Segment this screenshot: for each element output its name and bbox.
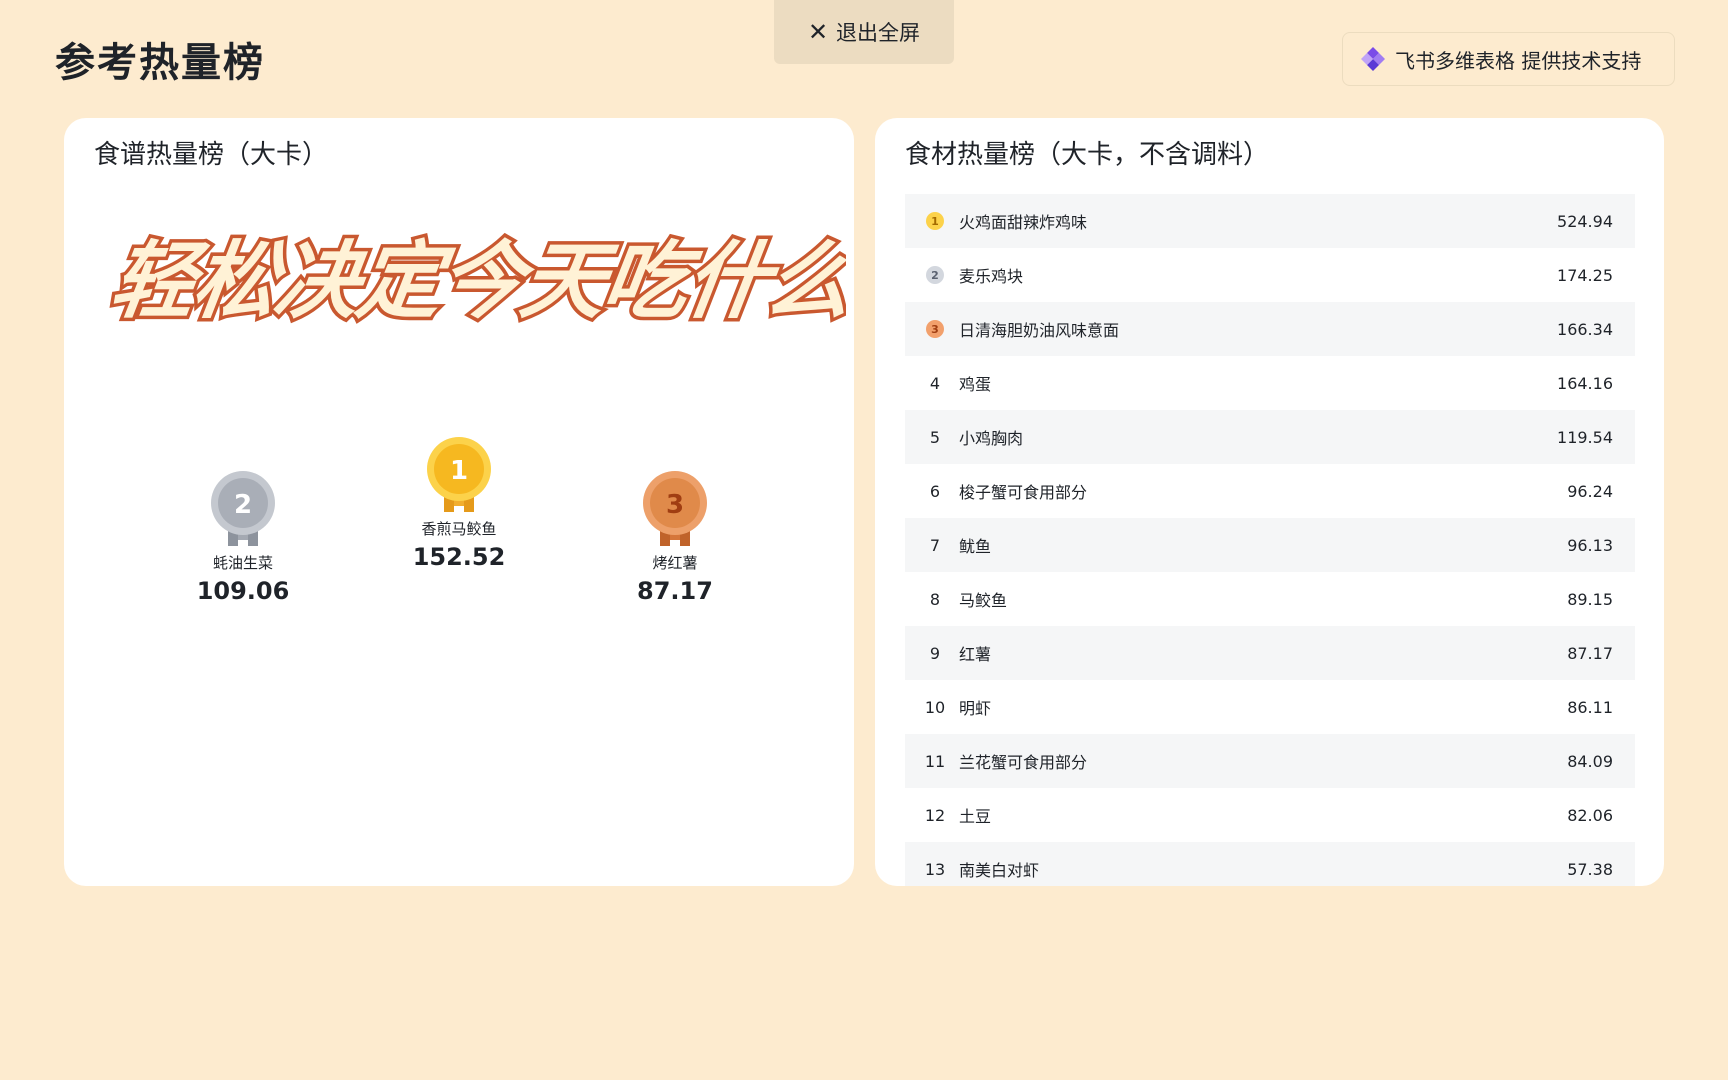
list-item-name: 日清海胆奶油风味意面 bbox=[959, 321, 1120, 340]
list-item-value: 119.54 bbox=[1557, 427, 1613, 447]
podium-third: 3 烤红薯 87.17 bbox=[575, 470, 775, 605]
rank-badge-icon: 2 bbox=[926, 266, 944, 284]
list-item-name: 明虾 bbox=[959, 699, 992, 718]
list-item-rank: 2 bbox=[919, 266, 951, 284]
list-item-value: 87.17 bbox=[1567, 643, 1613, 663]
powered-by-label: 飞书多维表格 提供技术支持 bbox=[1395, 48, 1642, 73]
list-item[interactable]: 6 梭子蟹可食用部分 96.24 bbox=[905, 464, 1635, 518]
podium-first: 1 香煎马鲛鱼 152.52 bbox=[359, 436, 559, 571]
podium-second-value: 109.06 bbox=[196, 577, 290, 605]
rank-badge-icon: 1 bbox=[926, 212, 944, 230]
ingredient-ranking-list[interactable]: 1 火鸡面甜辣炸鸡味 524.94 2 麦乐鸡块 174.25 3 日清海胆奶油风味意面 166… bbox=[905, 194, 1635, 886]
list-item-value: 96.24 bbox=[1567, 481, 1613, 501]
list-item[interactable]: 8 马鲛鱼 89.15 bbox=[905, 572, 1635, 626]
list-item-name: 小鸡胸肉 bbox=[959, 429, 1024, 448]
feishu-bitable-logo-icon bbox=[1361, 47, 1385, 71]
svg-text:1: 1 bbox=[450, 456, 468, 486]
list-item-rank: 3 bbox=[919, 320, 951, 338]
list-item-rank: 9 bbox=[929, 643, 941, 663]
list-item-rank: 1 bbox=[919, 212, 951, 230]
exit-fullscreen-button[interactable]: ✕ 退出全屏 bbox=[774, 0, 954, 64]
podium-first-value: 152.52 bbox=[412, 543, 506, 571]
list-item[interactable]: 3 日清海胆奶油风味意面 166.34 bbox=[905, 302, 1635, 356]
list-item-rank: 6 bbox=[929, 481, 941, 501]
list-item[interactable]: 1 火鸡面甜辣炸鸡味 524.94 bbox=[905, 194, 1635, 248]
list-item-rank: 7 bbox=[929, 535, 941, 555]
gold-medal-icon: 1 bbox=[427, 437, 491, 512]
list-item-rank: 4 bbox=[929, 373, 941, 393]
list-item-value: 84.09 bbox=[1567, 751, 1613, 771]
list-item-name: 马鲛鱼 bbox=[959, 591, 1008, 610]
ingredient-card-title: 食材热量榜（大卡，不含调料） bbox=[905, 140, 1270, 170]
list-item[interactable]: 12 土豆 82.06 bbox=[905, 788, 1635, 842]
list-item-value: 166.34 bbox=[1557, 319, 1613, 339]
list-item-name: 火鸡面甜辣炸鸡味 bbox=[959, 213, 1088, 232]
list-item-rank: 5 bbox=[929, 427, 941, 447]
list-item-value: 96.13 bbox=[1567, 535, 1613, 555]
list-item[interactable]: 9 红薯 87.17 bbox=[905, 626, 1635, 680]
list-item[interactable]: 10 明虾 86.11 bbox=[905, 680, 1635, 734]
close-icon: ✕ bbox=[807, 18, 829, 46]
list-item[interactable]: 2 麦乐鸡块 174.25 bbox=[905, 248, 1635, 302]
list-item-name: 鸡蛋 bbox=[959, 375, 992, 394]
list-item-name: 麦乐鸡块 bbox=[959, 267, 1024, 286]
list-item-name: 南美白对虾 bbox=[959, 861, 1040, 880]
banner-text: 轻松决定今天吃什么 bbox=[106, 232, 846, 330]
list-item-value: 89.15 bbox=[1567, 589, 1613, 609]
list-item[interactable]: 13 南美白对虾 57.38 bbox=[905, 842, 1635, 886]
bronze-medal-icon: 3 bbox=[643, 471, 707, 546]
list-item-rank: 13 bbox=[924, 859, 946, 879]
list-item-value: 82.06 bbox=[1567, 805, 1613, 825]
list-item[interactable]: 5 小鸡胸肉 119.54 bbox=[905, 410, 1635, 464]
svg-text:2: 2 bbox=[234, 490, 252, 520]
powered-by-badge[interactable]: 飞书多维表格 提供技术支持 bbox=[1342, 32, 1675, 86]
list-item-name: 梭子蟹可食用部分 bbox=[959, 483, 1088, 502]
page-title: 参考热量榜 bbox=[55, 40, 265, 86]
list-item-value: 524.94 bbox=[1557, 211, 1613, 231]
recipe-card-title: 食谱热量榜（大卡） bbox=[94, 140, 329, 170]
list-item-value: 86.11 bbox=[1567, 697, 1613, 717]
podium-second-name: 蚝油生菜 bbox=[212, 554, 273, 572]
list-item-value: 174.25 bbox=[1557, 265, 1613, 285]
banner-sticker: 轻松决定今天吃什么 bbox=[106, 229, 846, 334]
list-item-rank: 12 bbox=[924, 805, 946, 825]
list-item-value: 57.38 bbox=[1567, 859, 1613, 879]
list-item-name: 兰花蟹可食用部分 bbox=[959, 753, 1088, 772]
podium-first-name: 香煎马鲛鱼 bbox=[421, 520, 497, 538]
list-item-value: 164.16 bbox=[1557, 373, 1613, 393]
list-item-rank: 11 bbox=[924, 751, 946, 771]
ingredient-calorie-card: 食材热量榜（大卡，不含调料） 1 火鸡面甜辣炸鸡味 524.94 2 麦乐鸡块 174.2… bbox=[875, 118, 1664, 886]
svg-text:3: 3 bbox=[666, 490, 684, 520]
list-item-rank: 8 bbox=[929, 589, 941, 609]
list-item-name: 土豆 bbox=[959, 807, 992, 826]
podium-third-name: 烤红薯 bbox=[652, 554, 698, 572]
list-item[interactable]: 7 鱿鱼 96.13 bbox=[905, 518, 1635, 572]
exit-fullscreen-label: 退出全屏 bbox=[836, 21, 921, 45]
recipe-calorie-card: 食谱热量榜（大卡） 轻松决定今天吃什么 2 蚝油生菜 109.06 1 香煎马鲛… bbox=[64, 118, 854, 886]
list-item-rank: 10 bbox=[924, 697, 946, 717]
list-item-name: 鱿鱼 bbox=[959, 537, 992, 556]
rank-badge-icon: 3 bbox=[926, 320, 944, 338]
podium-third-value: 87.17 bbox=[637, 577, 713, 605]
silver-medal-icon: 2 bbox=[211, 471, 275, 546]
list-item[interactable]: 11 兰花蟹可食用部分 84.09 bbox=[905, 734, 1635, 788]
podium-second: 2 蚝油生菜 109.06 bbox=[143, 470, 343, 605]
list-item[interactable]: 4 鸡蛋 164.16 bbox=[905, 356, 1635, 410]
list-item-name: 红薯 bbox=[959, 645, 992, 664]
